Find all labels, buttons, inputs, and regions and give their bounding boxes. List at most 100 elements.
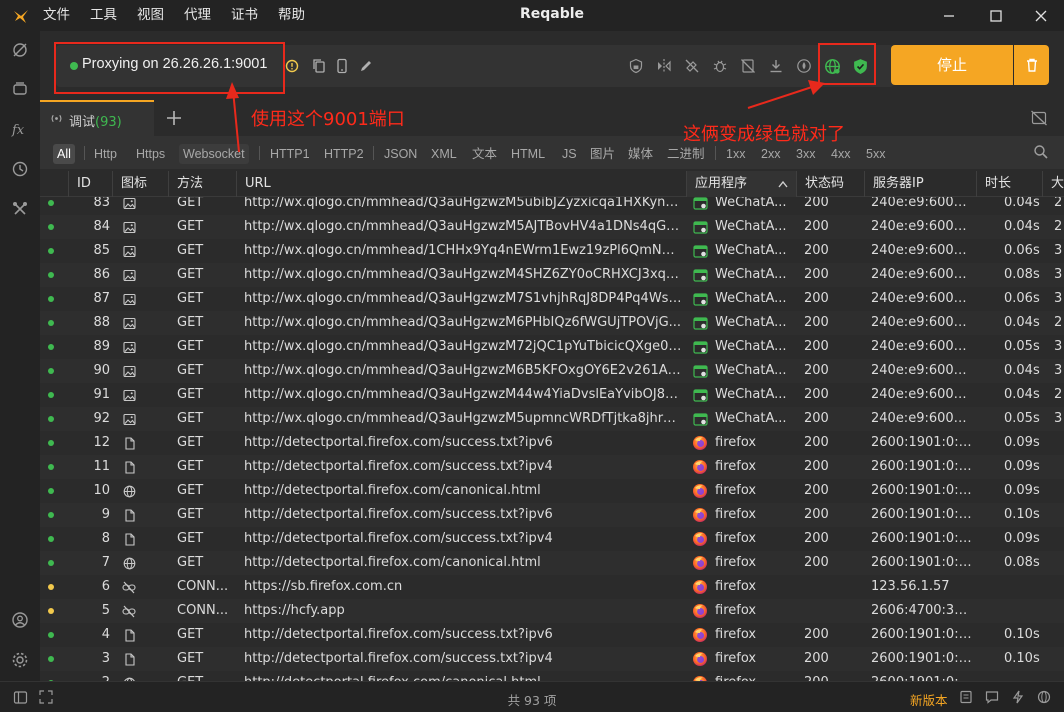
- edit-pencil-icon[interactable]: [356, 56, 376, 76]
- cell-url: http://wx.qlogo.cn/mmhead/1CHHx9Yq4nEWrm…: [244, 243, 682, 258]
- reqable-logo-icon: [12, 7, 30, 25]
- filter-1xx[interactable]: 1xx: [722, 144, 749, 164]
- filter-http1[interactable]: HTTP1: [266, 144, 314, 164]
- filter-json[interactable]: JSON: [380, 144, 421, 164]
- info-warning-icon[interactable]: [282, 56, 302, 76]
- table-row[interactable]: 10 GET http://detectportal.firefox.com/can…: [40, 479, 1064, 503]
- table-row[interactable]: 89 GET http://wx.qlogo.cn/mmhead/Q3auHgzwz…: [40, 335, 1064, 359]
- table-row[interactable]: 9 GET http://detectportal.firefox.com/succ…: [40, 503, 1064, 527]
- cell-method: GET: [177, 671, 237, 681]
- menu-help[interactable]: 帮助: [278, 0, 305, 31]
- wechat-app-icon: [692, 387, 708, 403]
- account-icon[interactable]: [10, 610, 30, 630]
- column-status[interactable]: 状态码: [796, 171, 864, 197]
- capture-icon[interactable]: [10, 40, 30, 60]
- tools-icon[interactable]: [10, 199, 30, 219]
- certificate-shield-icon[interactable]: [850, 56, 870, 76]
- script-off-icon[interactable]: [738, 56, 758, 76]
- filter-html[interactable]: HTML: [507, 144, 549, 164]
- filter-http[interactable]: Http: [90, 144, 121, 164]
- debug-bug-icon[interactable]: [710, 56, 730, 76]
- column-url[interactable]: URL: [236, 171, 686, 197]
- function-icon[interactable]: fx: [10, 119, 30, 139]
- column-duration[interactable]: 时长: [976, 171, 1042, 197]
- system-proxy-globe-icon[interactable]: [822, 56, 842, 76]
- table-row[interactable]: 90 GET http://wx.qlogo.cn/mmhead/Q3auHgzwz…: [40, 359, 1064, 383]
- filter-all[interactable]: All: [53, 144, 75, 164]
- menu-file[interactable]: 文件: [43, 0, 70, 31]
- download-icon[interactable]: [766, 56, 786, 76]
- close-button[interactable]: [1018, 0, 1064, 31]
- table-row[interactable]: 87 GET http://wx.qlogo.cn/mmhead/Q3auHgzwz…: [40, 287, 1064, 311]
- filter-5xx[interactable]: 5xx: [862, 144, 889, 164]
- table-row[interactable]: 85 GET http://wx.qlogo.cn/mmhead/1CHHx9Yq4…: [40, 239, 1064, 263]
- table-row[interactable]: 12 GET http://detectportal.firefox.com/suc…: [40, 431, 1064, 455]
- table-row[interactable]: 92 GET http://wx.qlogo.cn/mmhead/Q3auHgzwz…: [40, 407, 1064, 431]
- cell-method: GET: [177, 483, 204, 498]
- cell-id: 10: [93, 483, 110, 498]
- maximize-button[interactable]: [973, 0, 1019, 31]
- filter-3xx[interactable]: 3xx: [792, 144, 819, 164]
- collections-icon[interactable]: [10, 79, 30, 99]
- table-row[interactable]: 4 GET http://detectportal.firefox.com/succ…: [40, 623, 1064, 647]
- filter-binary[interactable]: 二进制: [663, 144, 709, 164]
- table-row[interactable]: 88 GET http://wx.qlogo.cn/mmhead/Q3auHgzwz…: [40, 311, 1064, 335]
- table-row[interactable]: 11 GET http://detectportal.firefox.com/suc…: [40, 455, 1064, 479]
- mobile-device-icon[interactable]: [332, 56, 352, 76]
- table-row[interactable]: 7 GET http://detectportal.firefox.com/cano…: [40, 551, 1064, 575]
- menu-proxy[interactable]: 代理: [184, 0, 211, 31]
- tab-debug[interactable]: 调试(93): [40, 100, 154, 136]
- clear-button[interactable]: [1014, 45, 1049, 85]
- notes-icon[interactable]: [958, 689, 974, 705]
- copy-icon[interactable]: [309, 56, 329, 76]
- filter-http2[interactable]: HTTP2: [320, 144, 368, 164]
- table-row[interactable]: 83 GET http://wx.qlogo.cn/mmhead/Q3auHgzwz…: [40, 197, 1064, 215]
- table-row[interactable]: 8 GET http://detectportal.firefox.com/succ…: [40, 527, 1064, 551]
- search-icon[interactable]: [1033, 144, 1049, 160]
- filter-4xx[interactable]: 4xx: [827, 144, 854, 164]
- flash-icon[interactable]: [1010, 689, 1026, 705]
- table-row[interactable]: 91 GET http://wx.qlogo.cn/mmhead/Q3auHgzwz…: [40, 383, 1064, 407]
- filter-text[interactable]: 文本: [468, 144, 501, 164]
- column-server-ip[interactable]: 服务器IP: [864, 171, 976, 197]
- new-version-link[interactable]: 新版本: [910, 690, 948, 709]
- filter-image[interactable]: 图片: [586, 144, 619, 164]
- menu-tools[interactable]: 工具: [90, 0, 117, 31]
- minimize-button[interactable]: [926, 0, 972, 31]
- proxy-status-text[interactable]: Proxying on 26.26.26.1:9001: [82, 56, 267, 72]
- filter-js[interactable]: JS: [558, 144, 581, 164]
- column-id[interactable]: ID: [68, 171, 112, 197]
- filter-media[interactable]: 媒体: [624, 144, 657, 164]
- settings-gear-icon[interactable]: [10, 650, 30, 670]
- filter-websocket[interactable]: Websocket: [179, 144, 249, 164]
- table-row[interactable]: 84 GET http://wx.qlogo.cn/mmhead/Q3auHgzwz…: [40, 215, 1064, 239]
- filter-xml[interactable]: XML: [427, 144, 461, 164]
- column-icon[interactable]: 图标: [112, 171, 168, 197]
- table-row[interactable]: 5 CONN... https://hcfy.app firefox 2606:4700…: [40, 599, 1064, 623]
- row-status-dot: [48, 416, 54, 422]
- table-row[interactable]: 6 CONN... https://sb.firefox.com.cn firefox…: [40, 575, 1064, 599]
- feedback-icon[interactable]: [984, 689, 1000, 705]
- history-icon[interactable]: [10, 159, 30, 179]
- firefox-app-icon: [692, 627, 708, 643]
- table-row[interactable]: 3 GET http://detectportal.firefox.com/succ…: [40, 647, 1064, 671]
- breakpoint-off-icon[interactable]: [682, 56, 702, 76]
- filter-https[interactable]: Https: [132, 144, 169, 164]
- row-type-file-icon: [122, 628, 136, 642]
- column-method[interactable]: 方法: [168, 171, 236, 197]
- stop-button[interactable]: 停止: [891, 45, 1013, 85]
- menu-certificate[interactable]: 证书: [231, 0, 258, 31]
- network-icon[interactable]: [1036, 689, 1052, 705]
- hide-details-icon[interactable]: [1030, 109, 1048, 127]
- request-list[interactable]: 83 GET http://wx.qlogo.cn/mmhead/Q3auHgzwz…: [40, 197, 1064, 681]
- table-row[interactable]: 86 GET http://wx.qlogo.cn/mmhead/Q3auHgzwz…: [40, 263, 1064, 287]
- menu-view[interactable]: 视图: [137, 0, 164, 31]
- filter-2xx[interactable]: 2xx: [757, 144, 784, 164]
- column-size[interactable]: 大: [1042, 171, 1064, 197]
- throttle-drop-icon[interactable]: [794, 56, 814, 76]
- add-tab-button[interactable]: [164, 108, 184, 128]
- https-lock-icon[interactable]: [626, 56, 646, 76]
- table-row[interactable]: 2 GET http://detectportal.firefox.com/cano…: [40, 671, 1064, 681]
- column-application[interactable]: 应用程序: [686, 171, 796, 197]
- mirror-icon[interactable]: [654, 56, 674, 76]
